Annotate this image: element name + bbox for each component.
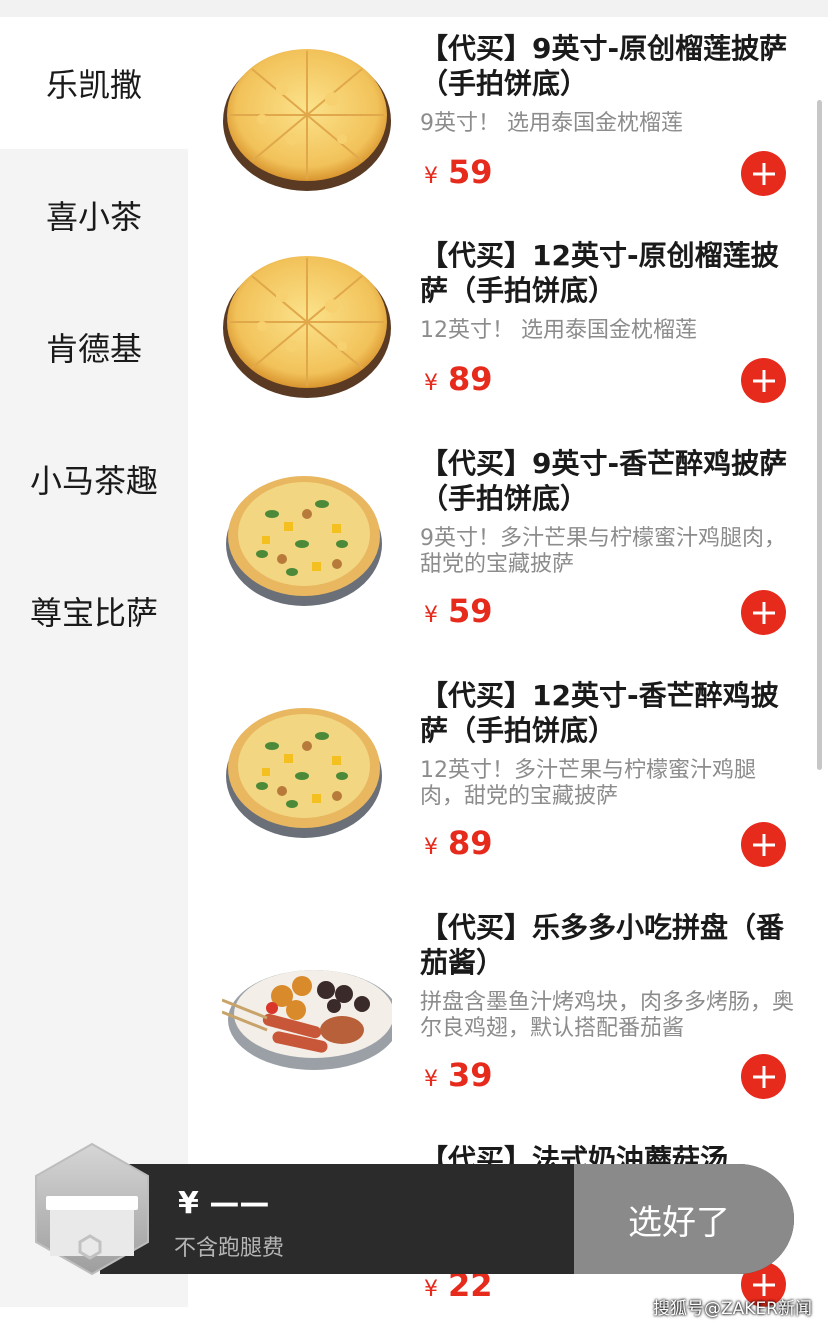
product-item[interactable]: 【代买】12英寸-原创榴莲披萨（手拍饼底） 12英寸！ 选用泰国金枕榴莲 ¥89 — [188, 224, 828, 456]
product-item[interactable]: 【代买】12英寸-香芒醉鸡披萨（手拍饼底） 12英寸！多汁芒果与柠檬蜜汁鸡腿肉，… — [188, 664, 828, 896]
sidebar-item-label: 喜小茶 — [45, 198, 142, 236]
product-list: 【代买】9英寸-原创榴莲披萨（手拍饼底） 9英寸！ 选用泰国金枕榴莲 ¥59 【… — [188, 17, 828, 1307]
checkout-button[interactable]: 选好了 — [574, 1164, 794, 1274]
sidebar-item-label: 小马茶趣 — [29, 462, 158, 500]
product-title: 【代买】乐多多小吃拼盘（番茄酱） — [420, 911, 785, 979]
product-desc: 9英寸！ 选用泰国金枕榴莲 — [420, 111, 683, 136]
product-title: 【代买】12英寸-香芒醉鸡披萨（手拍饼底） — [420, 679, 779, 747]
price-value: 59 — [448, 592, 493, 630]
product-title: 【代买】12英寸-原创榴莲披萨（手拍饼底） — [420, 239, 779, 307]
sidebar-item-label: 肯德基 — [45, 330, 142, 368]
top-bar — [0, 0, 828, 17]
watermark: 搜狐号@ZAKER新闻 — [653, 1299, 812, 1319]
currency-symbol: ¥ — [424, 1277, 438, 1302]
price-value: 89 — [448, 360, 493, 398]
currency-symbol: ¥ — [424, 603, 438, 628]
product-price: ¥89 — [424, 824, 493, 862]
product-title: 【代买】9英寸-原创榴莲披萨（手拍饼底） — [420, 32, 788, 100]
product-desc: 12英寸！多汁芒果与柠檬蜜汁鸡腿肉，甜党的宝藏披萨 — [420, 758, 756, 809]
product-item[interactable]: 【代买】9英寸-原创榴莲披萨（手拍饼底） 9英寸！ 选用泰国金枕榴莲 ¥59 — [188, 17, 828, 249]
product-item[interactable]: 【代买】9英寸-香芒醉鸡披萨（手拍饼底） 9英寸！多汁芒果与柠檬蜜汁鸡腿肉，甜党… — [188, 432, 828, 664]
add-to-cart-button[interactable] — [741, 151, 786, 196]
sidebar-item-lekaisa[interactable]: 乐凯撒 — [0, 17, 188, 149]
product-price: ¥89 — [424, 360, 493, 398]
delivery-fee-note: 不含跑腿费 — [174, 1236, 285, 1261]
sidebar-item-xiaomachaqu[interactable]: 小马茶趣 — [0, 413, 188, 545]
add-to-cart-button[interactable] — [741, 358, 786, 403]
add-to-cart-button[interactable] — [741, 590, 786, 635]
cart-total: ¥ —— — [178, 1186, 270, 1221]
mango-chicken-pizza-image — [226, 708, 382, 838]
durian-pizza-image — [223, 49, 391, 191]
sidebar-item-xixiaocha[interactable]: 喜小茶 — [0, 149, 188, 281]
product-desc: 拼盘含墨鱼汁烤鸡块，肉多多烤肠，奥尔良鸡翅，默认搭配番茄酱 — [420, 990, 795, 1041]
sidebar-item-label: 乐凯撒 — [45, 66, 142, 104]
product-item[interactable]: 【代买】乐多多小吃拼盘（番茄酱） 拼盘含墨鱼汁烤鸡块，肉多多烤肠，奥尔良鸡翅，默… — [188, 896, 828, 1128]
product-desc: 12英寸！ 选用泰国金枕榴莲 — [420, 318, 697, 343]
add-to-cart-button[interactable] — [741, 822, 786, 867]
mango-chicken-pizza-image — [226, 476, 382, 606]
currency-symbol: ¥ — [424, 164, 438, 189]
product-price: ¥39 — [424, 1056, 493, 1094]
cart-bar: ¥ —— 不含跑腿费 选好了 — [100, 1164, 794, 1274]
scrollbar[interactable] — [817, 100, 822, 770]
price-value: 59 — [448, 153, 493, 191]
durian-pizza-image — [223, 256, 391, 398]
category-sidebar: 乐凯撒 喜小茶 肯德基 小马茶趣 尊宝比萨 — [0, 17, 188, 1307]
snack-platter-image — [222, 970, 392, 1070]
cart-box-icon[interactable] — [32, 1142, 152, 1277]
sidebar-item-label: 尊宝比萨 — [29, 594, 158, 632]
product-price: ¥59 — [424, 592, 493, 630]
product-title: 【代买】9英寸-香芒醉鸡披萨（手拍饼底） — [420, 447, 788, 515]
product-desc: 9英寸！多汁芒果与柠檬蜜汁鸡腿肉，甜党的宝藏披萨 — [420, 526, 786, 577]
currency-symbol: ¥ — [424, 371, 438, 396]
sidebar-item-kfc[interactable]: 肯德基 — [0, 281, 188, 413]
product-price: ¥59 — [424, 153, 493, 191]
currency-symbol: ¥ — [424, 835, 438, 860]
checkout-label: 选好了 — [628, 1202, 730, 1243]
sidebar-item-zunbao-pizza[interactable]: 尊宝比萨 — [0, 545, 188, 677]
price-value: 89 — [448, 824, 493, 862]
currency-symbol: ¥ — [424, 1067, 438, 1092]
price-value: 39 — [448, 1056, 493, 1094]
add-to-cart-button[interactable] — [741, 1054, 786, 1099]
